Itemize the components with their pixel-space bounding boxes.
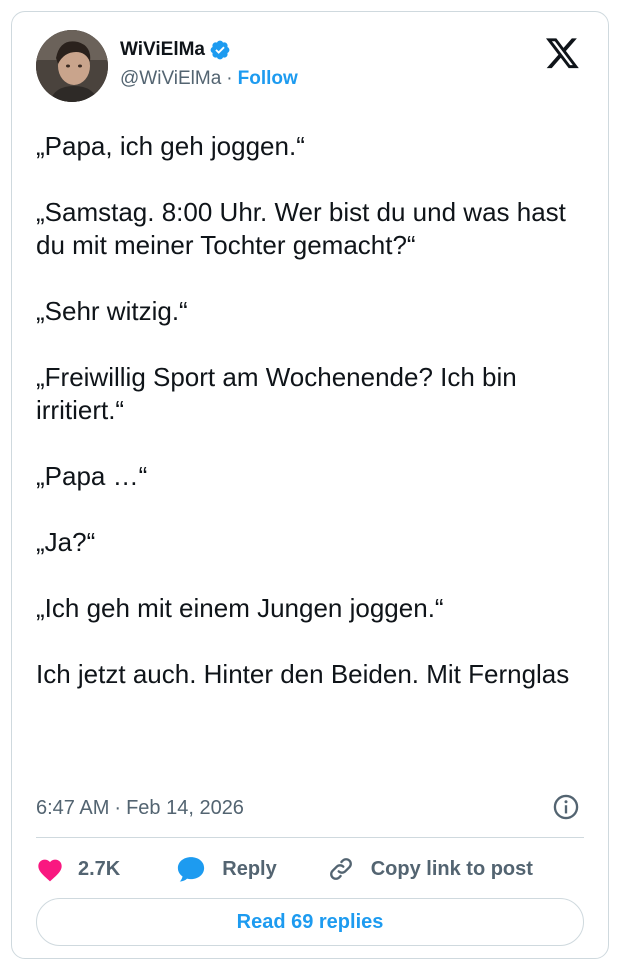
display-name[interactable]: WiViElMa — [120, 39, 205, 61]
meta-separator: · — [114, 796, 122, 819]
separator-dot: · — [226, 68, 233, 89]
link-icon — [327, 855, 355, 883]
reply-label: Reply — [222, 857, 277, 880]
action-bar: 2.7K Reply Copy link to post — [36, 850, 584, 888]
handle[interactable]: @WiViElMa — [120, 68, 221, 90]
tweet-text: „Papa, ich geh joggen.“ „Samstag. 8:00 U… — [36, 131, 570, 689]
avatar[interactable] — [36, 30, 108, 102]
x-logo-icon[interactable] — [546, 38, 580, 70]
follow-button[interactable]: Follow — [238, 68, 298, 90]
tweet-header: WiViElMa @WiViElMa · Follow — [36, 30, 588, 106]
divider — [36, 837, 584, 838]
author-names: WiViElMa @WiViElMa · Follow — [120, 38, 298, 90]
reply-button[interactable]: Reply — [160, 855, 277, 883]
like-button[interactable]: 2.7K — [36, 856, 120, 882]
tweet-date: Feb 14, 2026 — [126, 796, 244, 819]
read-replies-button[interactable]: Read 69 replies — [36, 898, 584, 946]
copy-link-label: Copy link to post — [370, 857, 533, 880]
verified-badge-icon — [209, 39, 231, 61]
tweet-timestamp[interactable]: 6:47 AM · Feb 14, 2026 — [36, 794, 584, 822]
reply-bubble-icon — [176, 855, 206, 883]
info-icon[interactable] — [552, 793, 580, 821]
tweet-card: WiViElMa @WiViElMa · Follow „Papa, ich g… — [11, 11, 609, 959]
like-count: 2.7K — [78, 857, 121, 880]
copy-link-button[interactable]: Copy link to post — [311, 855, 533, 883]
heart-icon — [36, 856, 64, 882]
tweet-time: 6:47 AM — [36, 796, 110, 819]
